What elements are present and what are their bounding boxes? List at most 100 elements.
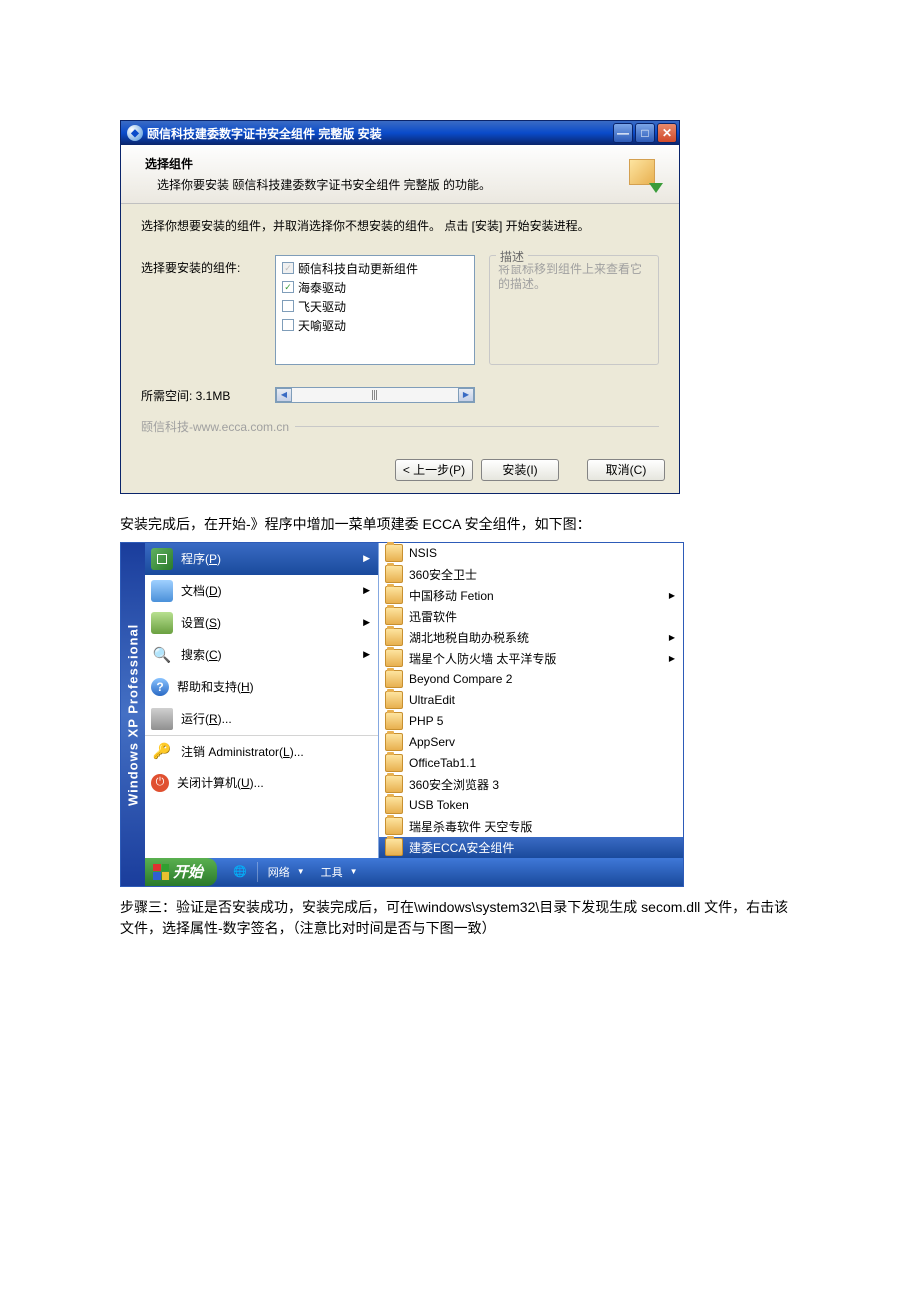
start-menu-left: 程序(P)▶文档(D)▶设置(S)▶搜索(C)▶帮助和支持(H)运行(R)...… xyxy=(145,543,379,858)
description-legend: 描述 xyxy=(496,248,528,265)
component-label: 天喻驱动 xyxy=(298,317,346,334)
install-button[interactable]: 安装(I) xyxy=(481,459,559,481)
horizontal-scrollbar[interactable]: ◀ ▶ xyxy=(275,387,475,403)
program-label: NSIS xyxy=(409,546,675,560)
component-label: 颐信科技自动更新组件 xyxy=(298,260,418,277)
description-group: 描述 将鼠标移到组件上来查看它的描述。 xyxy=(489,255,659,365)
components-listbox[interactable]: ✓ 颐信科技自动更新组件 ✓海泰驱动飞天驱动天喻驱动 xyxy=(275,255,475,365)
start-menu-programs: NSIS360安全卫士中国移动 Fetion▶迅雷软件湖北地税自助办税系统▶瑞星… xyxy=(379,543,683,858)
folder-icon xyxy=(385,607,403,625)
program-folder-item[interactable]: 瑞星杀毒软件 天空专版 xyxy=(379,816,683,837)
taskbar[interactable]: 开始 🌐 网络 工具 xyxy=(145,858,683,886)
windows-brand-band: Windows XP Professional xyxy=(121,543,145,886)
scroll-left-button[interactable]: ◀ xyxy=(276,388,292,402)
caption-step3: 步骤三：验证是否安装成功，安装完成后，可在\windows\system32\目… xyxy=(120,897,800,939)
program-folder-item[interactable]: USB Token xyxy=(379,795,683,816)
program-folder-item[interactable]: 迅雷软件 xyxy=(379,606,683,627)
start-menu-item[interactable]: 关闭计算机(U)... xyxy=(145,767,378,799)
program-label: 建委ECCA安全组件 xyxy=(409,839,675,856)
scroll-right-button[interactable]: ▶ xyxy=(458,388,474,402)
program-folder-item-highlighted[interactable]: 建委ECCA安全组件 xyxy=(379,837,683,858)
folder-icon xyxy=(385,838,403,856)
menu-item-label: 关闭计算机(U)... xyxy=(177,774,370,791)
folder-icon xyxy=(385,796,403,814)
start-button[interactable]: 开始 xyxy=(145,858,217,886)
program-label: USB Token xyxy=(409,798,675,812)
installer-dialog: ◆ 颐信科技建委数字证书安全组件 完整版 安装 — □ ✕ 选择组件 选择你要安… xyxy=(120,120,680,494)
component-item[interactable]: 飞天驱动 xyxy=(282,298,468,315)
program-label: OfficeTab1.1 xyxy=(409,756,675,770)
program-label: 360安全浏览器 3 xyxy=(409,776,675,793)
menu-item-label: 程序(P) xyxy=(181,550,355,567)
start-menu-item[interactable]: 注销 Administrator(L)... xyxy=(145,735,378,767)
program-label: AppServ xyxy=(409,735,675,749)
checkbox-icon xyxy=(282,300,294,312)
cancel-button[interactable]: 取消(C) xyxy=(587,459,665,481)
taskbar-tools-menu[interactable]: 工具 xyxy=(313,861,366,883)
component-item[interactable]: 天喻驱动 xyxy=(282,317,468,334)
folder-icon xyxy=(385,733,403,751)
start-menu-item[interactable]: 文档(D)▶ xyxy=(145,575,378,607)
program-folder-item[interactable]: 瑞星个人防火墙 太平洋专版▶ xyxy=(379,648,683,669)
back-button[interactable]: < 上一步(P) xyxy=(395,459,473,481)
start-menu-item[interactable]: 设置(S)▶ xyxy=(145,607,378,639)
folder-icon xyxy=(385,544,403,562)
component-item[interactable]: ✓海泰驱动 xyxy=(282,279,468,296)
help-icon xyxy=(151,678,169,696)
header-title: 选择组件 xyxy=(145,155,625,172)
folder-icon xyxy=(385,628,403,646)
package-icon xyxy=(625,155,663,193)
start-menu-item[interactable]: 运行(R)... xyxy=(145,703,378,735)
program-label: 迅雷软件 xyxy=(409,608,675,625)
close-button[interactable]: ✕ xyxy=(657,123,677,143)
start-menu-item[interactable]: 帮助和支持(H) xyxy=(145,671,378,703)
program-folder-item[interactable]: 360安全浏览器 3 xyxy=(379,774,683,795)
folder-icon xyxy=(385,649,403,667)
folder-icon xyxy=(385,670,403,688)
caption-after-install: 安装完成后，在开始-》程序中增加一菜单项建委 ECCA 安全组件，如下图： xyxy=(120,514,800,534)
program-folder-item[interactable]: OfficeTab1.1 xyxy=(379,753,683,774)
submenu-arrow-icon: ▶ xyxy=(363,649,370,660)
sea-icon xyxy=(151,644,173,666)
header-panel: 选择组件 选择你要安装 颐信科技建委数字证书安全组件 完整版 的功能。 xyxy=(121,145,679,204)
start-menu-item[interactable]: 搜索(C) ▶ xyxy=(145,639,378,671)
minimize-button[interactable]: — xyxy=(613,123,633,143)
program-folder-item[interactable]: PHP 5 xyxy=(379,711,683,732)
components-label: 选择要安装的组件: xyxy=(141,255,261,365)
submenu-arrow-icon: ▶ xyxy=(363,617,370,628)
submenu-arrow-icon: ▶ xyxy=(669,654,675,663)
program-folder-item[interactable]: 中国移动 Fetion ▶ xyxy=(379,585,683,606)
start-menu-item[interactable]: 程序(P) ▶ xyxy=(145,543,378,575)
maximize-button[interactable]: □ xyxy=(635,123,655,143)
logoff-icon xyxy=(151,740,173,762)
program-folder-item[interactable]: 360安全卫士 xyxy=(379,564,683,585)
menu-item-label: 注销 Administrator(L)... xyxy=(181,743,370,760)
program-label: UltraEdit xyxy=(409,693,675,707)
folder-icon xyxy=(385,817,403,835)
set-icon xyxy=(151,612,173,634)
submenu-arrow-icon: ▶ xyxy=(669,591,675,600)
program-folder-item[interactable]: NSIS xyxy=(379,543,683,564)
taskbar-shortcut-ie[interactable]: 🌐 xyxy=(225,861,255,883)
program-label: 中国移动 Fetion xyxy=(409,587,663,604)
start-label: 开始 xyxy=(173,861,203,882)
shut-icon xyxy=(151,774,169,792)
program-folder-item[interactable]: Beyond Compare 2 xyxy=(379,669,683,690)
program-label: PHP 5 xyxy=(409,714,675,728)
checkbox-icon: ✓ xyxy=(282,262,294,274)
program-folder-item[interactable]: AppServ xyxy=(379,732,683,753)
app-icon: ◆ xyxy=(127,125,143,141)
program-folder-item[interactable]: UltraEdit xyxy=(379,690,683,711)
component-label: 飞天驱动 xyxy=(298,298,346,315)
titlebar[interactable]: ◆ 颐信科技建委数字证书安全组件 完整版 安装 — □ ✕ xyxy=(121,121,679,145)
program-folder-item[interactable]: 湖北地税自助办税系统▶ xyxy=(379,627,683,648)
taskbar-network-menu[interactable]: 网络 xyxy=(260,861,313,883)
menu-item-label: 运行(R)... xyxy=(181,710,370,727)
windows-flag-icon xyxy=(153,864,169,880)
required-space-label: 所需空间: 3.1MB xyxy=(141,387,275,404)
submenu-arrow-icon: ▶ xyxy=(363,585,370,596)
submenu-arrow-icon: ▶ xyxy=(363,553,370,564)
program-label: 湖北地税自助办税系统 xyxy=(409,629,663,646)
footer-branding: 颐信科技-www.ecca.com.cn xyxy=(141,418,659,435)
menu-item-label: 搜索(C) xyxy=(181,646,355,663)
